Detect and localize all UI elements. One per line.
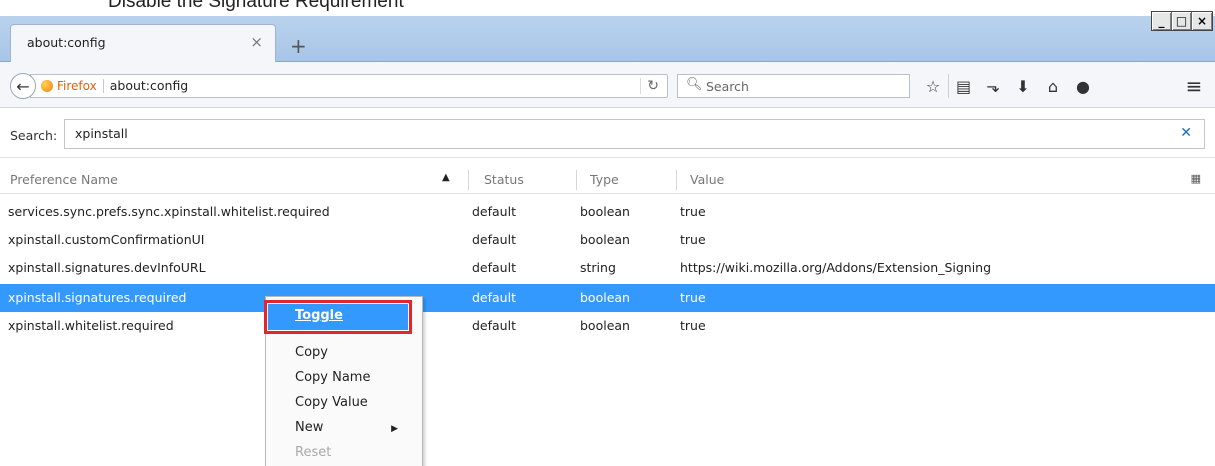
chat-icon[interactable]: ●	[1068, 74, 1098, 98]
table-row[interactable]: xpinstall.whitelist.required default boo…	[0, 312, 1215, 340]
pref-status: default	[472, 260, 516, 275]
web-search-box[interactable]: 🔍︎ Search	[677, 74, 910, 98]
pref-status: default	[472, 318, 516, 333]
identity-box[interactable]: Firefox about:config	[41, 78, 188, 93]
search-placeholder: Search	[706, 79, 749, 94]
pref-type: string	[580, 260, 616, 275]
pref-status: default	[472, 290, 516, 305]
minimize-button[interactable]: _	[1152, 12, 1172, 30]
context-menu-copy-name[interactable]: Copy Name	[295, 370, 370, 385]
pref-value: true	[680, 290, 706, 305]
pref-type: boolean	[580, 290, 630, 305]
context-menu-toggle[interactable]: Toggle	[264, 300, 412, 334]
url-text: about:config	[109, 78, 189, 93]
table-header: Preference Name ▲ Status Type Value ▦	[0, 164, 1215, 194]
column-header-value[interactable]: Value	[690, 172, 724, 187]
close-icon[interactable]: ×	[250, 33, 263, 51]
pref-name: xpinstall.customConfirmationUI	[8, 232, 205, 247]
pref-type: boolean	[580, 204, 630, 219]
tab-strip: about:config × + _ □ ×	[0, 11, 1215, 62]
context-menu-copy[interactable]: Copy	[295, 345, 328, 360]
table-row[interactable]: services.sync.prefs.sync.xpinstall.white…	[0, 198, 1215, 226]
toggle-label: Toggle	[295, 308, 343, 323]
window-controls: _ □ ×	[1151, 11, 1213, 31]
hamburger-menu-icon[interactable]: ≡	[1181, 74, 1207, 98]
pocket-icon[interactable]: ⬎	[978, 74, 1008, 98]
pref-value: true	[680, 318, 706, 333]
tab-title: about:config	[27, 35, 106, 50]
chevron-right-icon: ▶	[391, 424, 398, 434]
pref-value: https://wiki.mozilla.org/Addons/Extensio…	[680, 260, 992, 275]
pref-name: xpinstall.signatures.devInfoURL	[8, 260, 206, 275]
identity-label: Firefox	[57, 78, 104, 93]
toolbar-icons: ☆ ▤ ⬎ ⬇ ⌂ ●	[918, 74, 1098, 98]
home-icon[interactable]: ⌂	[1038, 74, 1068, 98]
window-close-button[interactable]: ×	[1192, 12, 1212, 30]
pref-name: xpinstall.whitelist.required	[8, 318, 174, 333]
config-search-input[interactable]: xpinstall ✕	[64, 119, 1205, 149]
tab-about-config[interactable]: about:config ×	[10, 24, 276, 62]
column-picker-icon[interactable]: ▦	[1191, 172, 1201, 185]
maximize-button[interactable]: □	[1172, 12, 1192, 30]
column-divider[interactable]	[676, 170, 677, 190]
column-header-preference-name[interactable]: Preference Name	[10, 172, 118, 187]
config-search-label: Search:	[10, 128, 58, 143]
config-search-row: Search: xpinstall ✕	[0, 108, 1215, 158]
pref-name: services.sync.prefs.sync.xpinstall.white…	[8, 204, 330, 219]
pref-type: boolean	[580, 318, 630, 333]
close-icon[interactable]: ✕	[1180, 125, 1192, 141]
pref-status: default	[472, 232, 516, 247]
pref-value: true	[680, 232, 706, 247]
table-row[interactable]: xpinstall.customConfirmationUI default b…	[0, 226, 1215, 254]
column-header-status[interactable]: Status	[484, 172, 524, 187]
reload-icon[interactable]: ↻	[640, 78, 659, 94]
column-header-type[interactable]: Type	[590, 172, 619, 187]
pref-name: xpinstall.signatures.required	[8, 290, 187, 305]
reading-list-icon[interactable]: ▤	[948, 74, 978, 98]
pref-value: true	[680, 204, 706, 219]
star-icon[interactable]: ☆	[918, 74, 948, 98]
url-bar[interactable]: Firefox about:config ↻	[30, 74, 668, 98]
context-menu-reset: Reset	[295, 445, 332, 460]
search-icon: 🔍︎	[686, 77, 703, 92]
config-search-value: xpinstall	[75, 126, 128, 141]
back-button[interactable]: ←	[10, 73, 36, 99]
table-row-selected[interactable]: xpinstall.signatures.required default bo…	[0, 284, 1215, 312]
new-tab-button[interactable]: +	[290, 36, 307, 56]
table-row[interactable]: xpinstall.signatures.devInfoURL default …	[0, 254, 1215, 282]
context-menu-new[interactable]: New	[295, 420, 323, 435]
caption-text: Disable the Signature Requirement	[108, 0, 404, 12]
column-divider[interactable]	[468, 170, 469, 190]
context-menu: Toggle Copy Copy Name Copy Value New ▶ R…	[264, 296, 423, 466]
sort-ascending-icon: ▲	[442, 172, 450, 183]
navigation-bar: Firefox about:config ↻ ← 🔍︎ Search ☆ ▤ ⬎…	[0, 62, 1215, 108]
context-menu-copy-value[interactable]: Copy Value	[295, 395, 368, 410]
column-divider[interactable]	[576, 170, 577, 190]
pref-status: default	[472, 204, 516, 219]
firefox-icon	[41, 79, 53, 92]
caption-strip: Disable the Signature Requirement	[0, 0, 1215, 16]
download-icon[interactable]: ⬇	[1008, 74, 1038, 98]
pref-type: boolean	[580, 232, 630, 247]
arrow-left-icon: ←	[16, 76, 30, 96]
